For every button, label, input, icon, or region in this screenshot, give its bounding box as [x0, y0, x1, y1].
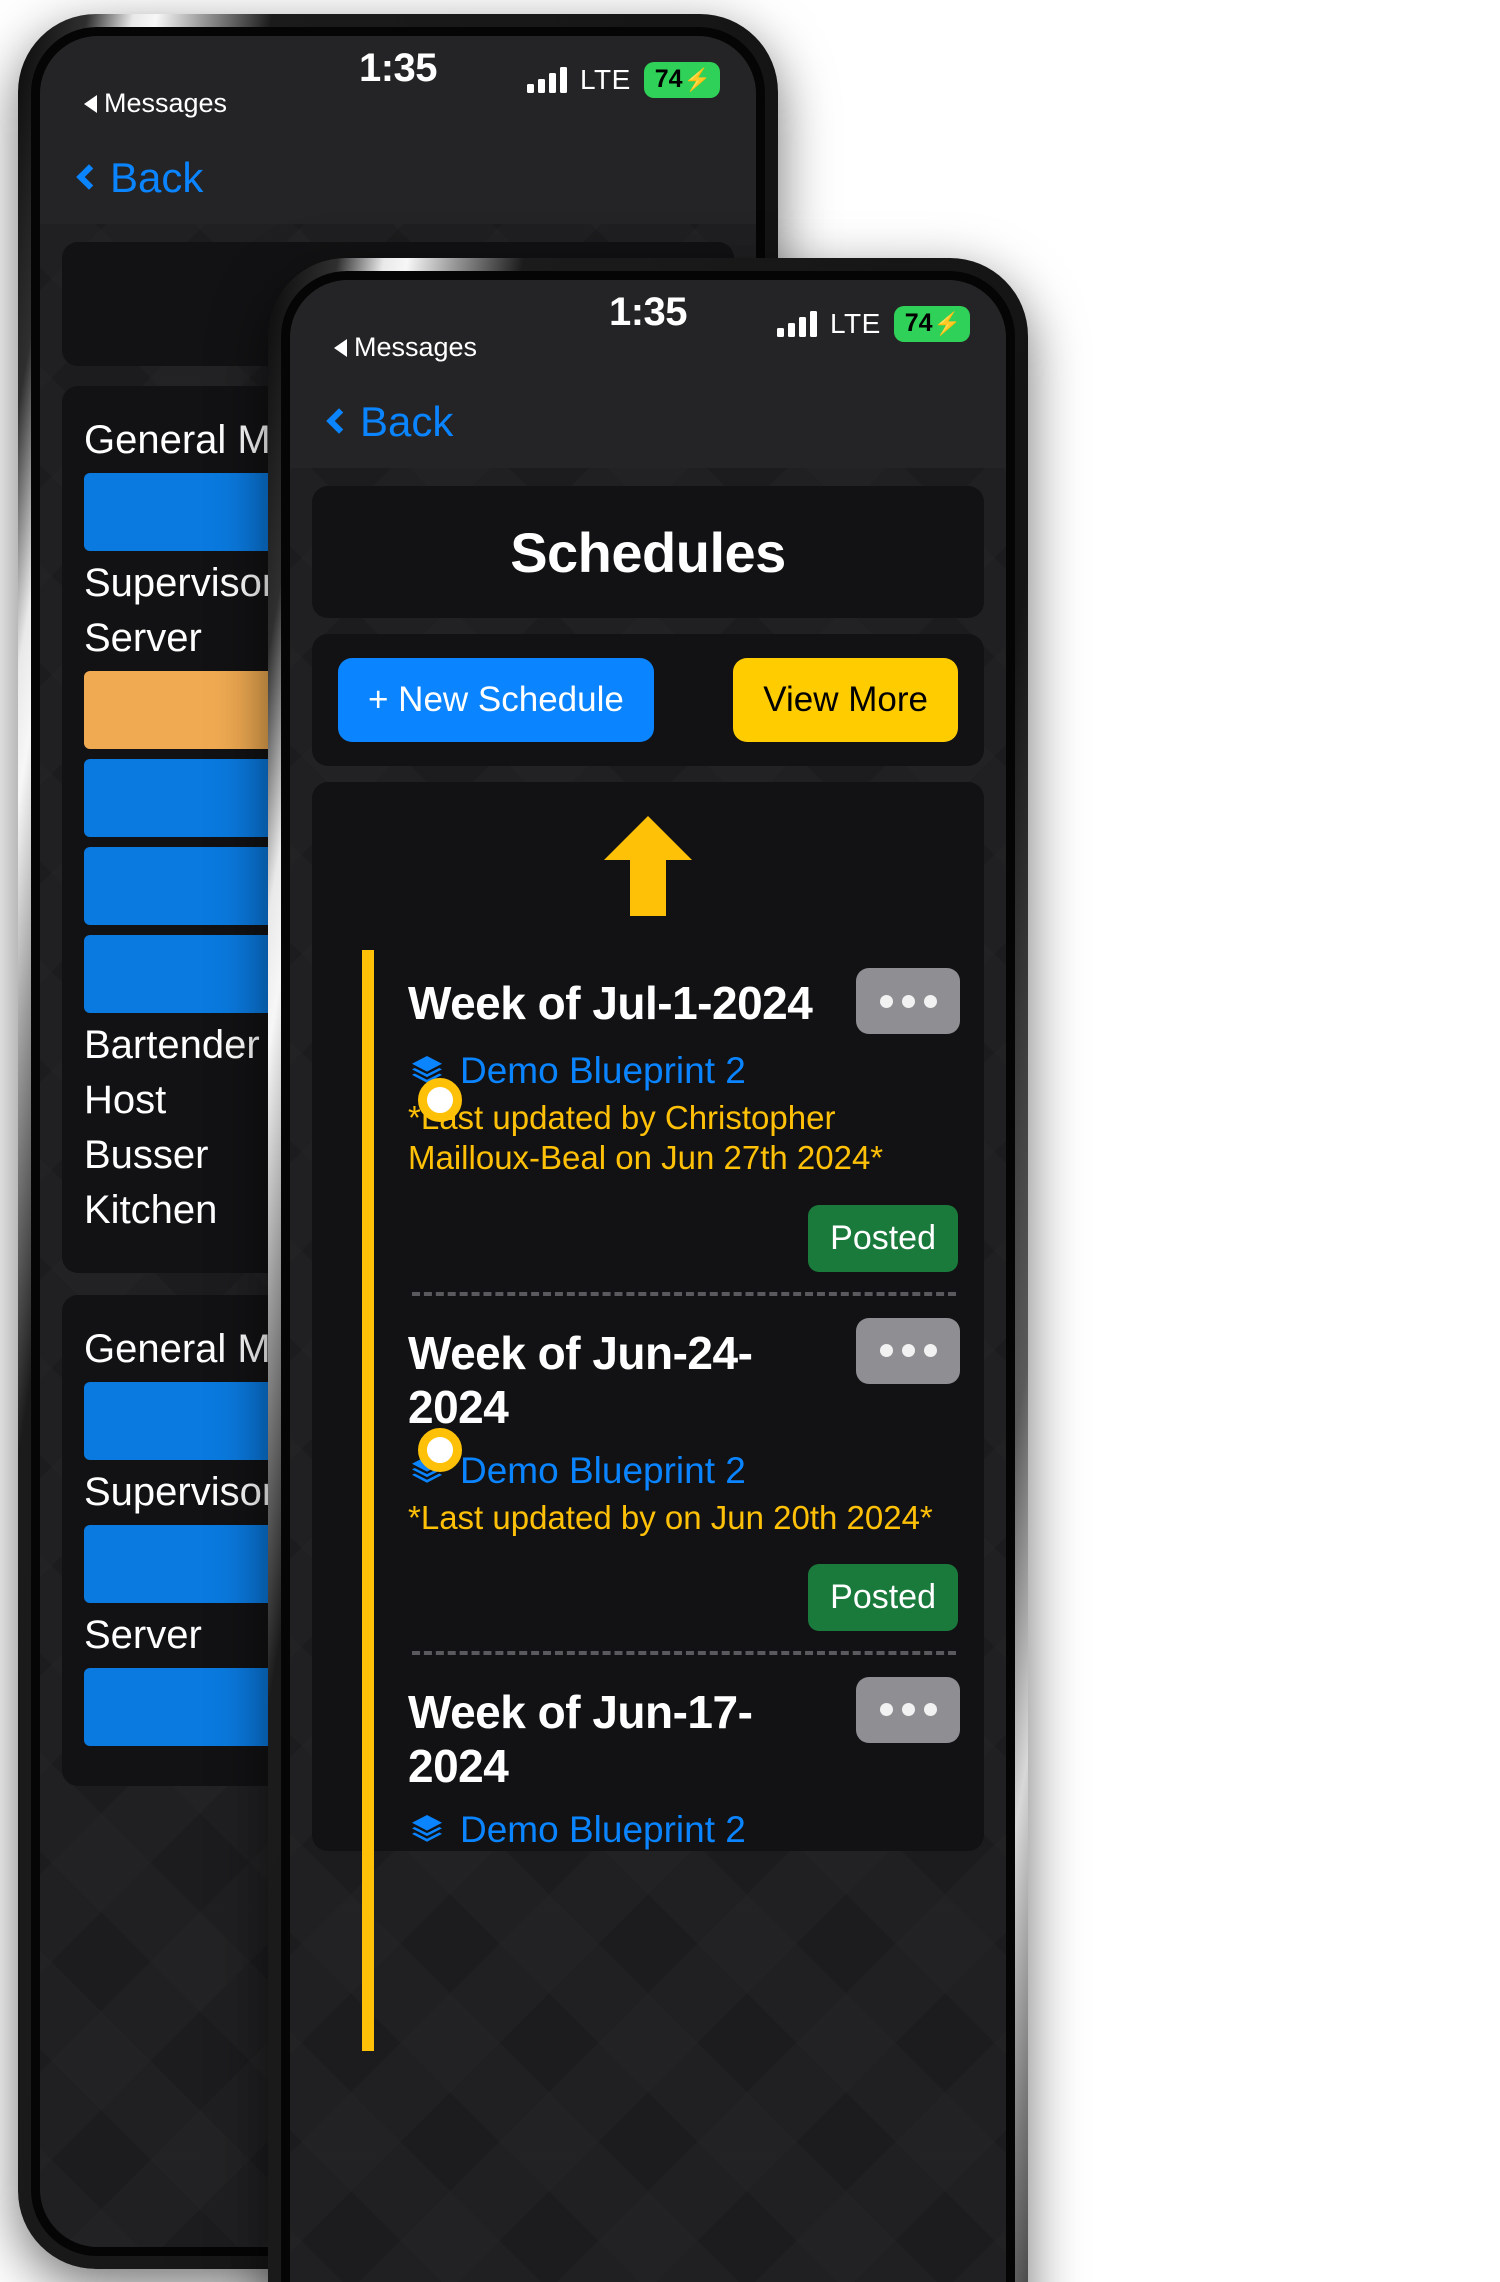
network-type-label-back: LTE [580, 64, 631, 95]
schedule-menu-button[interactable] [856, 1317, 960, 1384]
blueprint-row[interactable]: Demo Blueprint 2 [408, 1809, 960, 1851]
phone-bezel-front: 1:35 Messages LTE 74 ⚡ Back Schedules + … [281, 271, 1015, 2282]
layers-icon [412, 1814, 442, 1842]
nav-bar-back: Back [40, 132, 756, 224]
schedule-timeline: Week of Jul-1-2024 Demo Blueprint 2 *Las… [312, 950, 984, 2051]
battery-indicator-front: 74 ⚡ [893, 306, 970, 342]
chevron-left-icon [76, 164, 102, 190]
new-schedule-button[interactable]: + New Schedule [338, 658, 654, 742]
status-right-cluster-front: LTE 74 ⚡ [777, 306, 970, 342]
back-button-label-front: Back [360, 398, 454, 445]
item-divider [412, 1650, 956, 1655]
schedule-menu-button[interactable] [856, 968, 960, 1034]
last-updated-text: *Last updated by on Jun 20th 2024* [408, 1498, 933, 1536]
battery-indicator-back: 74 ⚡ [643, 62, 720, 98]
ellipsis-icon [901, 1344, 915, 1357]
status-bar-back: 1:35 Messages LTE 74 ⚡ [40, 36, 756, 132]
battery-percent-front: 74 [904, 309, 933, 337]
schedule-item-header: Week of Jul-1-2024 [408, 968, 960, 1034]
status-bar-front: 1:35 Messages LTE 74 ⚡ [290, 280, 1006, 376]
signal-bars-icon [777, 311, 817, 337]
actions-card: + New Schedule View More [312, 634, 984, 766]
schedule-list-card: Week of Jul-1-2024 Demo Blueprint 2 *Las… [312, 782, 984, 2051]
back-triangle-icon [84, 94, 97, 113]
blueprint-row[interactable]: Demo Blueprint 2 [408, 1450, 960, 1492]
back-button-label-back: Back [110, 154, 204, 201]
blueprint-row[interactable]: Demo Blueprint 2 [408, 1050, 960, 1092]
back-button-back[interactable]: Back [76, 154, 204, 202]
last-updated-text: *Last updated by Christopher Mailloux-Be… [408, 1099, 884, 1177]
app-content-front: Schedules + New Schedule View More Week … [290, 468, 1006, 2282]
status-right-cluster-back: LTE 74 ⚡ [527, 62, 720, 98]
blueprint-name: Demo Blueprint 2 [460, 1050, 746, 1091]
phone-screen-front: 1:35 Messages LTE 74 ⚡ Back Schedules + … [290, 280, 1006, 2282]
screenshot-stage: 1:35 Messages LTE 74 ⚡ Back General Mana… [0, 0, 1500, 2282]
page-title: Schedules [510, 520, 786, 584]
network-type-label-front: LTE [830, 308, 881, 339]
up-arrow-icon [604, 816, 692, 916]
status-row: Posted [408, 1563, 960, 1631]
timeline-dot [418, 1078, 462, 1122]
battery-percent-back: 74 [654, 65, 683, 93]
schedule-menu-button[interactable] [856, 1676, 960, 1743]
status-back-to-app-back[interactable]: Messages [84, 88, 227, 119]
signal-bars-icon [527, 67, 567, 93]
status-badge: Posted [808, 1204, 958, 1272]
phone-mockup-front: 1:35 Messages LTE 74 ⚡ Back Schedules + … [268, 258, 1028, 2282]
blueprint-name: Demo Blueprint 2 [460, 1808, 746, 1850]
charging-bolt-icon: ⚡ [683, 66, 711, 92]
schedule-list-item[interactable]: Week of Jul-1-2024 Demo Blueprint 2 *Las… [384, 950, 984, 1296]
ellipsis-icon [879, 1703, 893, 1717]
back-triangle-icon [334, 338, 347, 357]
schedule-item-header: Week of Jun-24-2024 [408, 1317, 960, 1434]
schedule-list-item[interactable]: Week of Jun-17-2024 Demo Blueprint 2 [384, 1659, 984, 1851]
schedule-item-header: Week of Jun-17-2024 [408, 1676, 960, 1793]
view-more-button[interactable]: View More [733, 658, 958, 742]
status-badge: Posted [808, 1563, 958, 1631]
item-divider [412, 1291, 956, 1296]
schedule-list-item[interactable]: Week of Jun-24-2024 Demo Blueprint 2 *La… [384, 1300, 984, 1655]
ellipsis-icon [901, 994, 915, 1008]
ellipsis-icon [879, 1344, 893, 1357]
timeline-line [362, 950, 374, 2051]
status-row: Posted [408, 1204, 960, 1272]
schedule-week-title: Week of Jun-17-2024 [408, 1685, 753, 1792]
status-back-to-app-front[interactable]: Messages [334, 332, 477, 363]
chevron-left-icon [326, 408, 352, 434]
ellipsis-icon [901, 1703, 915, 1717]
blueprint-name: Demo Blueprint 2 [460, 1449, 746, 1491]
status-back-app-label: Messages [104, 88, 228, 118]
schedule-week-title: Week of Jun-24-2024 [408, 1326, 753, 1433]
scroll-up-hint[interactable] [312, 782, 984, 950]
status-back-app-label: Messages [354, 332, 478, 362]
page-title-card: Schedules [312, 486, 984, 618]
ellipsis-icon [923, 1344, 937, 1357]
ellipsis-icon [879, 994, 893, 1008]
schedule-week-title: Week of Jul-1-2024 [408, 977, 813, 1029]
nav-bar-front: Back [290, 376, 1006, 468]
ellipsis-icon [923, 1703, 937, 1717]
timeline-dot [418, 1427, 462, 1472]
ellipsis-icon [923, 994, 937, 1008]
back-button-front[interactable]: Back [326, 398, 454, 446]
charging-bolt-icon: ⚡ [933, 310, 961, 336]
